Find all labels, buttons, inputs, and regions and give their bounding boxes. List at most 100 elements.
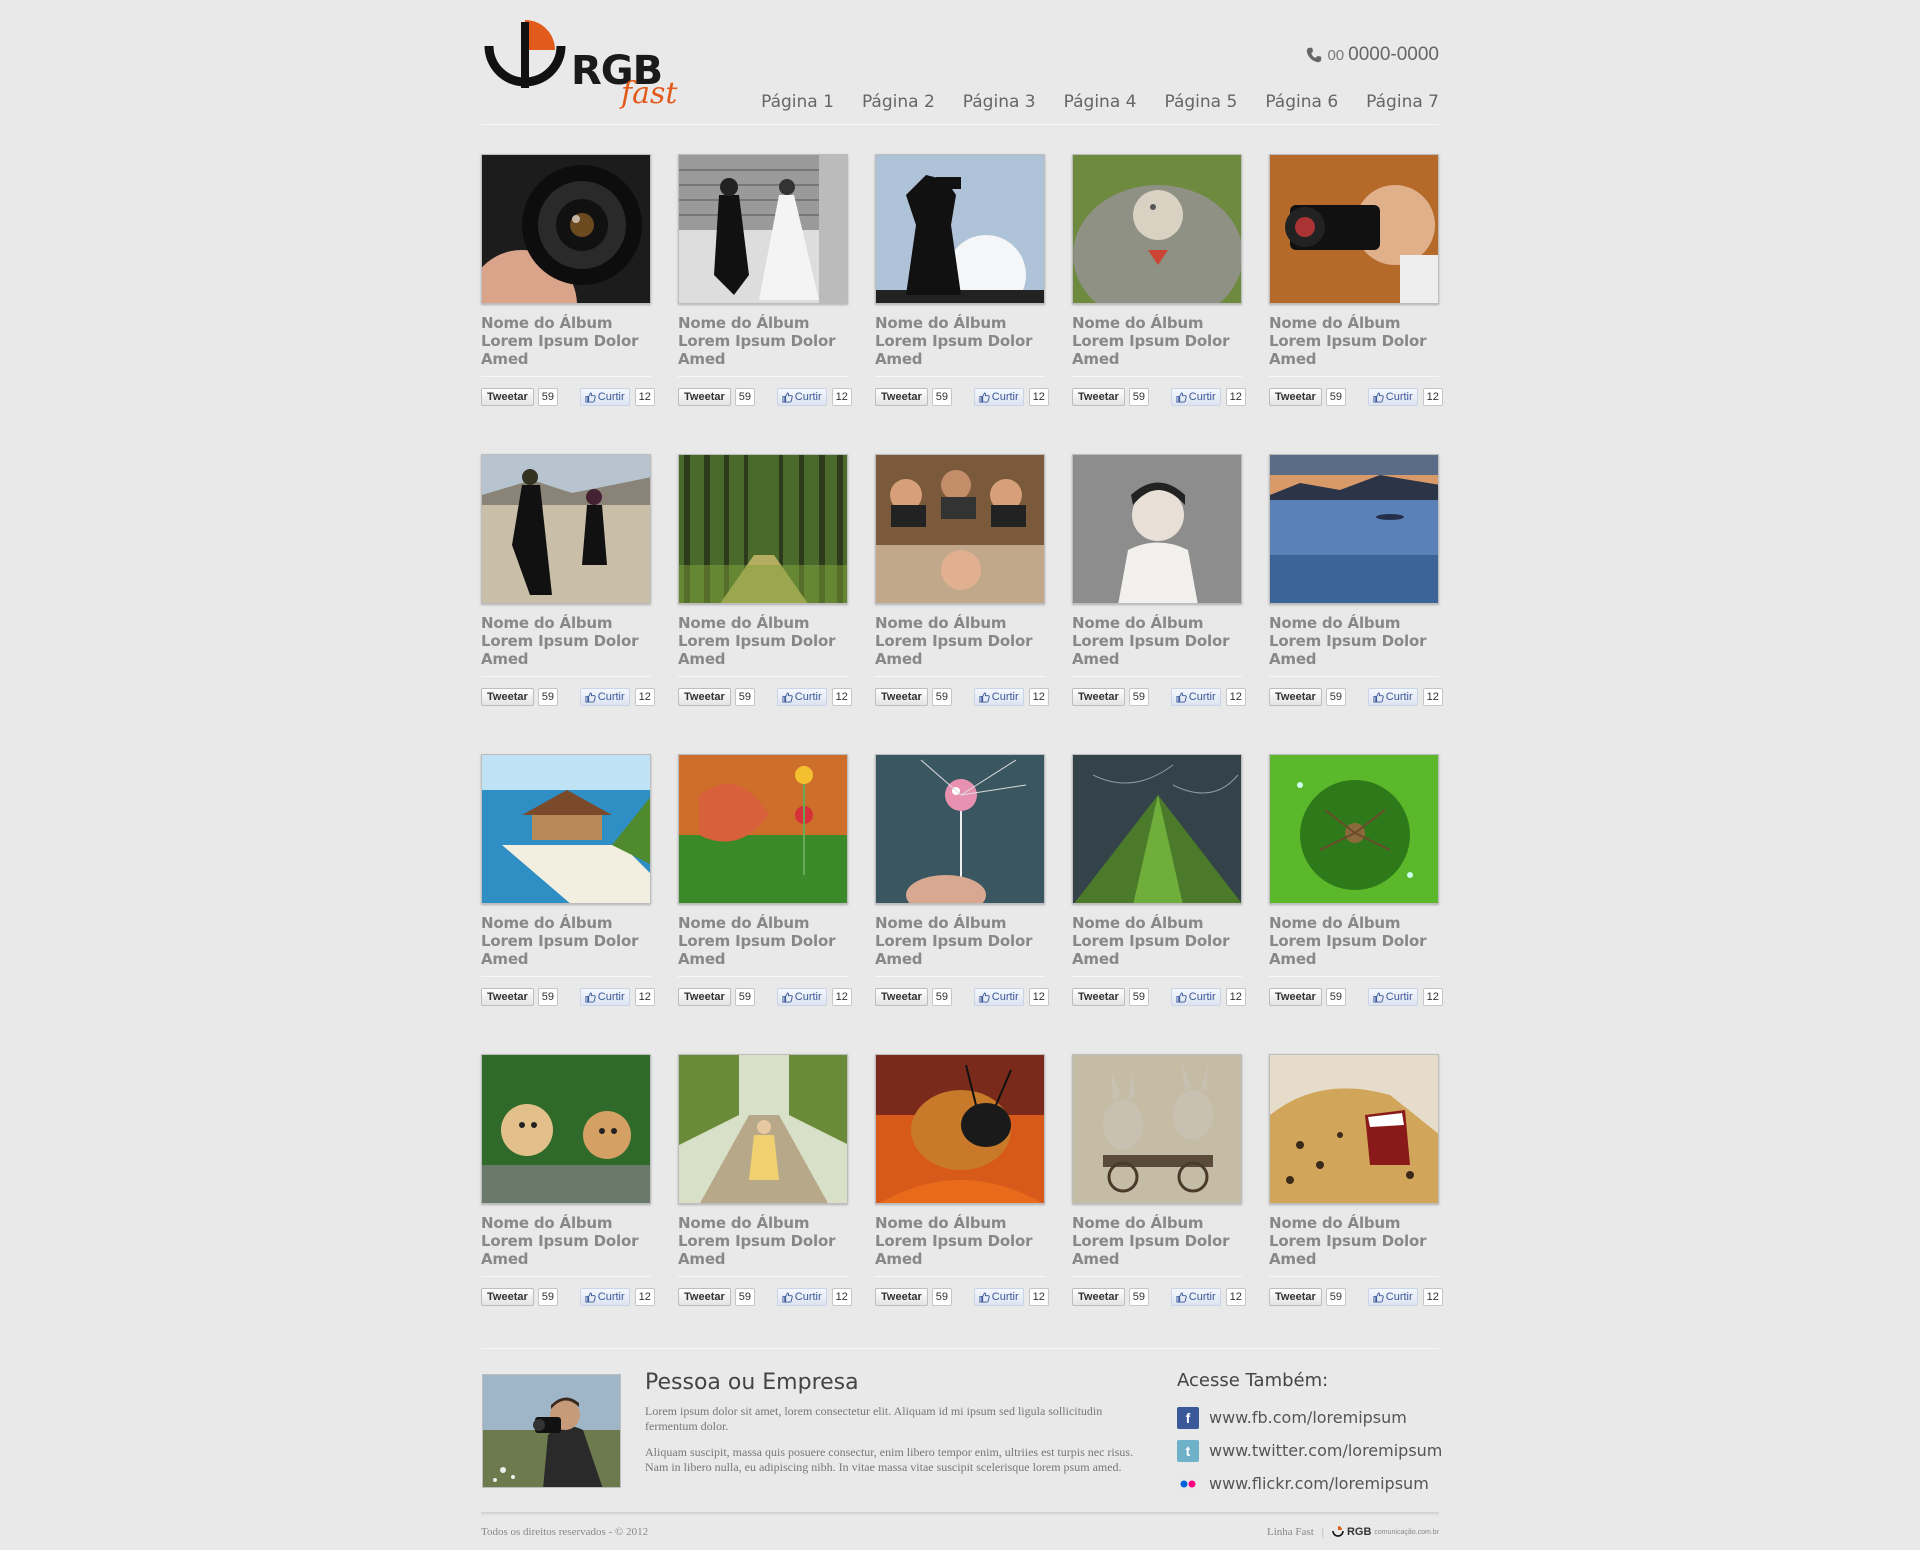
album-title[interactable]: Nome do Álbum Lorem Ipsum Dolor Amed xyxy=(1072,314,1242,368)
album-title[interactable]: Nome do Álbum Lorem Ipsum Dolor Amed xyxy=(481,1214,651,1268)
album-card[interactable]: Nome do Álbum Lorem Ipsum Dolor Amed Twe… xyxy=(875,754,1049,1054)
album-thumbnail[interactable] xyxy=(1269,454,1439,604)
tweet-button[interactable]: Tweetar xyxy=(875,388,928,406)
album-thumbnail[interactable] xyxy=(875,154,1045,304)
tweet-button[interactable]: Tweetar xyxy=(481,1288,534,1306)
album-thumbnail[interactable] xyxy=(1269,754,1439,904)
like-button[interactable]: Curtir xyxy=(973,988,1024,1006)
album-title[interactable]: Nome do Álbum Lorem Ipsum Dolor Amed xyxy=(1269,1214,1439,1268)
like-button[interactable]: Curtir xyxy=(579,388,630,406)
album-thumbnail[interactable] xyxy=(875,754,1045,904)
tweet-button[interactable]: Tweetar xyxy=(678,1288,731,1306)
album-title[interactable]: Nome do Álbum Lorem Ipsum Dolor Amed xyxy=(678,1214,848,1268)
like-button[interactable]: Curtir xyxy=(1367,388,1418,406)
album-card[interactable]: Nome do Álbum Lorem Ipsum Dolor Amed Twe… xyxy=(678,754,852,1054)
album-title[interactable]: Nome do Álbum Lorem Ipsum Dolor Amed xyxy=(678,314,848,368)
tweet-button[interactable]: Tweetar xyxy=(678,688,731,706)
album-title[interactable]: Nome do Álbum Lorem Ipsum Dolor Amed xyxy=(875,914,1045,968)
nav-link-pagina-1[interactable]: Página 1 xyxy=(761,92,834,112)
nav-link-pagina-5[interactable]: Página 5 xyxy=(1164,92,1237,112)
album-card[interactable]: Nome do Álbum Lorem Ipsum Dolor Amed Twe… xyxy=(1072,754,1246,1054)
album-thumbnail[interactable] xyxy=(678,154,848,304)
album-card[interactable]: Nome do Álbum Lorem Ipsum Dolor Amed Twe… xyxy=(1072,1054,1246,1354)
like-button[interactable]: Curtir xyxy=(1170,1288,1221,1306)
like-button[interactable]: Curtir xyxy=(1367,688,1418,706)
nav-link-pagina-7[interactable]: Página 7 xyxy=(1366,92,1439,112)
album-card[interactable]: Nome do Álbum Lorem Ipsum Dolor Amed Twe… xyxy=(678,1054,852,1354)
album-card[interactable]: Nome do Álbum Lorem Ipsum Dolor Amed Twe… xyxy=(1072,154,1246,454)
tweet-button[interactable]: Tweetar xyxy=(1269,1288,1322,1306)
album-card[interactable]: Nome do Álbum Lorem Ipsum Dolor Amed Twe… xyxy=(481,454,655,754)
album-card[interactable]: Nome do Álbum Lorem Ipsum Dolor Amed Twe… xyxy=(481,154,655,454)
tweet-button[interactable]: Tweetar xyxy=(1072,388,1125,406)
album-card[interactable]: Nome do Álbum Lorem Ipsum Dolor Amed Twe… xyxy=(481,1054,655,1354)
like-button[interactable]: Curtir xyxy=(776,988,827,1006)
album-thumbnail[interactable] xyxy=(1072,454,1242,604)
tweet-button[interactable]: Tweetar xyxy=(1072,1288,1125,1306)
nav-link-pagina-6[interactable]: Página 6 xyxy=(1265,92,1338,112)
tweet-button[interactable]: Tweetar xyxy=(1269,388,1322,406)
like-button[interactable]: Curtir xyxy=(1170,388,1221,406)
album-thumbnail[interactable] xyxy=(678,454,848,604)
album-thumbnail[interactable] xyxy=(1072,754,1242,904)
social-link-flickr[interactable]: www.flickr.com/loremipsum xyxy=(1177,1467,1442,1500)
album-thumbnail[interactable] xyxy=(481,754,651,904)
credit-logo[interactable]: RGB comunicação.com.br xyxy=(1332,1526,1439,1538)
tweet-button[interactable]: Tweetar xyxy=(678,388,731,406)
album-title[interactable]: Nome do Álbum Lorem Ipsum Dolor Amed xyxy=(1269,614,1439,668)
tweet-button[interactable]: Tweetar xyxy=(481,388,534,406)
like-button[interactable]: Curtir xyxy=(1367,1288,1418,1306)
album-thumbnail[interactable] xyxy=(1072,1054,1242,1204)
tweet-button[interactable]: Tweetar xyxy=(875,688,928,706)
tweet-button[interactable]: Tweetar xyxy=(1072,988,1125,1006)
album-thumbnail[interactable] xyxy=(678,754,848,904)
album-card[interactable]: Nome do Álbum Lorem Ipsum Dolor Amed Twe… xyxy=(875,1054,1049,1354)
album-card[interactable]: Nome do Álbum Lorem Ipsum Dolor Amed Twe… xyxy=(1269,454,1443,754)
like-button[interactable]: Curtir xyxy=(1367,988,1418,1006)
album-thumbnail[interactable] xyxy=(1072,154,1242,304)
album-title[interactable]: Nome do Álbum Lorem Ipsum Dolor Amed xyxy=(875,614,1045,668)
nav-link-pagina-3[interactable]: Página 3 xyxy=(963,92,1036,112)
nav-link-pagina-2[interactable]: Página 2 xyxy=(862,92,935,112)
album-thumbnail[interactable] xyxy=(481,154,651,304)
album-thumbnail[interactable] xyxy=(678,1054,848,1204)
album-card[interactable]: Nome do Álbum Lorem Ipsum Dolor Amed Twe… xyxy=(875,154,1049,454)
album-thumbnail[interactable] xyxy=(1269,154,1439,304)
album-card[interactable]: Nome do Álbum Lorem Ipsum Dolor Amed Twe… xyxy=(1269,754,1443,1054)
like-button[interactable]: Curtir xyxy=(579,1288,630,1306)
tweet-button[interactable]: Tweetar xyxy=(678,988,731,1006)
social-link-facebook[interactable]: f www.fb.com/loremipsum xyxy=(1177,1401,1442,1434)
album-thumbnail[interactable] xyxy=(1269,1054,1439,1204)
tweet-button[interactable]: Tweetar xyxy=(1269,988,1322,1006)
tweet-button[interactable]: Tweetar xyxy=(875,988,928,1006)
album-card[interactable]: Nome do Álbum Lorem Ipsum Dolor Amed Twe… xyxy=(678,154,852,454)
album-title[interactable]: Nome do Álbum Lorem Ipsum Dolor Amed xyxy=(1072,1214,1242,1268)
social-link-twitter[interactable]: t www.twitter.com/loremipsum xyxy=(1177,1434,1442,1467)
album-thumbnail[interactable] xyxy=(875,454,1045,604)
like-button[interactable]: Curtir xyxy=(1170,988,1221,1006)
album-card[interactable]: Nome do Álbum Lorem Ipsum Dolor Amed Twe… xyxy=(678,454,852,754)
like-button[interactable]: Curtir xyxy=(973,388,1024,406)
album-title[interactable]: Nome do Álbum Lorem Ipsum Dolor Amed xyxy=(481,914,651,968)
album-card[interactable]: Nome do Álbum Lorem Ipsum Dolor Amed Twe… xyxy=(1269,1054,1443,1354)
album-card[interactable]: Nome do Álbum Lorem Ipsum Dolor Amed Twe… xyxy=(481,754,655,1054)
like-button[interactable]: Curtir xyxy=(1170,688,1221,706)
tweet-button[interactable]: Tweetar xyxy=(875,1288,928,1306)
tweet-button[interactable]: Tweetar xyxy=(1072,688,1125,706)
album-card[interactable]: Nome do Álbum Lorem Ipsum Dolor Amed Twe… xyxy=(875,454,1049,754)
album-title[interactable]: Nome do Álbum Lorem Ipsum Dolor Amed xyxy=(875,314,1045,368)
album-card[interactable]: Nome do Álbum Lorem Ipsum Dolor Amed Twe… xyxy=(1072,454,1246,754)
like-button[interactable]: Curtir xyxy=(579,688,630,706)
tweet-button[interactable]: Tweetar xyxy=(481,688,534,706)
album-title[interactable]: Nome do Álbum Lorem Ipsum Dolor Amed xyxy=(1269,314,1439,368)
nav-link-pagina-4[interactable]: Página 4 xyxy=(1064,92,1137,112)
logo[interactable]: RGB fast xyxy=(481,18,691,118)
album-card[interactable]: Nome do Álbum Lorem Ipsum Dolor Amed Twe… xyxy=(1269,154,1443,454)
like-button[interactable]: Curtir xyxy=(973,688,1024,706)
album-title[interactable]: Nome do Álbum Lorem Ipsum Dolor Amed xyxy=(875,1214,1045,1268)
album-title[interactable]: Nome do Álbum Lorem Ipsum Dolor Amed xyxy=(678,614,848,668)
like-button[interactable]: Curtir xyxy=(973,1288,1024,1306)
tweet-button[interactable]: Tweetar xyxy=(1269,688,1322,706)
album-title[interactable]: Nome do Álbum Lorem Ipsum Dolor Amed xyxy=(481,614,651,668)
like-button[interactable]: Curtir xyxy=(579,988,630,1006)
